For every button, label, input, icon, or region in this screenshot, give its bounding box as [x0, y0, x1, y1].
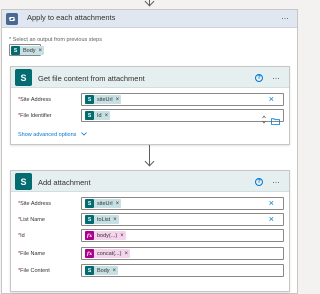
body-token-label: Body	[23, 47, 36, 54]
sharepoint-icon: S	[15, 69, 32, 86]
siteurl-token-label: siteUrl	[97, 200, 113, 207]
body-expression-label: body(...)	[97, 232, 118, 239]
site-address-label: *Site Address	[18, 201, 52, 207]
down-arrow-icon	[144, 0, 155, 7]
siteurl-token[interactable]: S siteUrl ×	[85, 199, 122, 208]
sharepoint-icon: S	[85, 199, 94, 208]
chevron-down-icon	[81, 132, 87, 138]
id-field[interactable]: fx body(...) ×	[81, 229, 284, 242]
scroll-stepper-icon[interactable]	[262, 111, 266, 124]
sharepoint-icon: S	[85, 111, 94, 120]
show-advanced-options-link[interactable]: Show advanced options	[18, 132, 87, 138]
help-icon[interactable]: ?	[255, 178, 263, 186]
tolist-token-label: toList	[97, 216, 111, 223]
remove-token-icon[interactable]: ×	[113, 217, 119, 223]
site-address-field[interactable]: S siteUrl × ×	[81, 93, 284, 106]
body-token-label: Body	[97, 267, 110, 274]
add-attachment-title: Add attachment	[38, 178, 91, 187]
expression-icon: fx	[85, 231, 94, 240]
expression-icon: fx	[85, 249, 94, 258]
list-name-field[interactable]: S toList × ×	[81, 213, 284, 226]
get-file-more-options-icon[interactable]: ···	[272, 74, 280, 83]
file-content-label: *File Content	[18, 268, 50, 274]
concat-expression-token[interactable]: fx concat(...) ×	[85, 249, 130, 258]
loop-more-options-icon[interactable]: ···	[281, 14, 289, 23]
apply-to-each-title: Apply to each attachments	[27, 13, 116, 22]
show-advanced-label: Show advanced options	[18, 132, 77, 138]
siteurl-token-label: siteUrl	[97, 96, 113, 103]
sharepoint-icon: S	[85, 95, 94, 104]
remove-token-icon[interactable]: ×	[120, 233, 126, 239]
remove-token-icon[interactable]: ×	[39, 48, 45, 54]
clear-icon[interactable]: ×	[269, 95, 274, 104]
concat-expression-label: concat(...)	[97, 250, 122, 257]
select-output-field[interactable]: S Body ×	[9, 44, 45, 56]
remove-token-icon[interactable]: ×	[105, 113, 111, 119]
file-content-field[interactable]: S Body ×	[81, 264, 284, 277]
id-token[interactable]: S Id ×	[85, 111, 111, 120]
file-name-label: *File Name	[18, 251, 46, 257]
body-token[interactable]: S Body ×	[85, 266, 119, 275]
add-attachment-more-options-icon[interactable]: ···	[272, 178, 280, 187]
remove-token-icon[interactable]: ×	[113, 268, 119, 274]
sharepoint-icon: S	[85, 215, 94, 224]
loop-icon	[6, 13, 18, 25]
clear-icon[interactable]: ×	[269, 199, 274, 208]
file-identifier-label: *File Identifier	[18, 113, 52, 119]
site-address-field[interactable]: S siteUrl × ×	[81, 197, 284, 210]
clear-icon[interactable]: ×	[269, 215, 274, 224]
remove-token-icon[interactable]: ×	[124, 251, 130, 257]
remove-token-icon[interactable]: ×	[116, 201, 122, 207]
help-icon[interactable]: ?	[255, 74, 263, 82]
sharepoint-icon: S	[85, 266, 94, 275]
file-identifier-field[interactable]: S Id ×	[81, 109, 284, 125]
body-expression-token[interactable]: fx body(...) ×	[85, 231, 126, 240]
folder-icon[interactable]	[271, 112, 280, 125]
remove-token-icon[interactable]: ×	[116, 97, 122, 103]
id-token-label: Id	[97, 112, 102, 119]
file-name-field[interactable]: fx concat(...) ×	[81, 247, 284, 260]
body-token[interactable]: S Body ×	[11, 46, 45, 55]
id-label: *Id	[18, 233, 25, 239]
siteurl-token[interactable]: S siteUrl ×	[85, 95, 122, 104]
site-address-label: *Site Address	[18, 97, 52, 103]
list-name-label: *List Name	[18, 217, 45, 223]
sharepoint-icon: S	[11, 46, 20, 55]
get-file-content-title: Get file content from attachment	[38, 74, 145, 83]
tolist-token[interactable]: S toList ×	[85, 215, 119, 224]
select-output-label: * Select an output from previous steps	[9, 37, 102, 43]
sharepoint-icon: S	[15, 173, 32, 190]
